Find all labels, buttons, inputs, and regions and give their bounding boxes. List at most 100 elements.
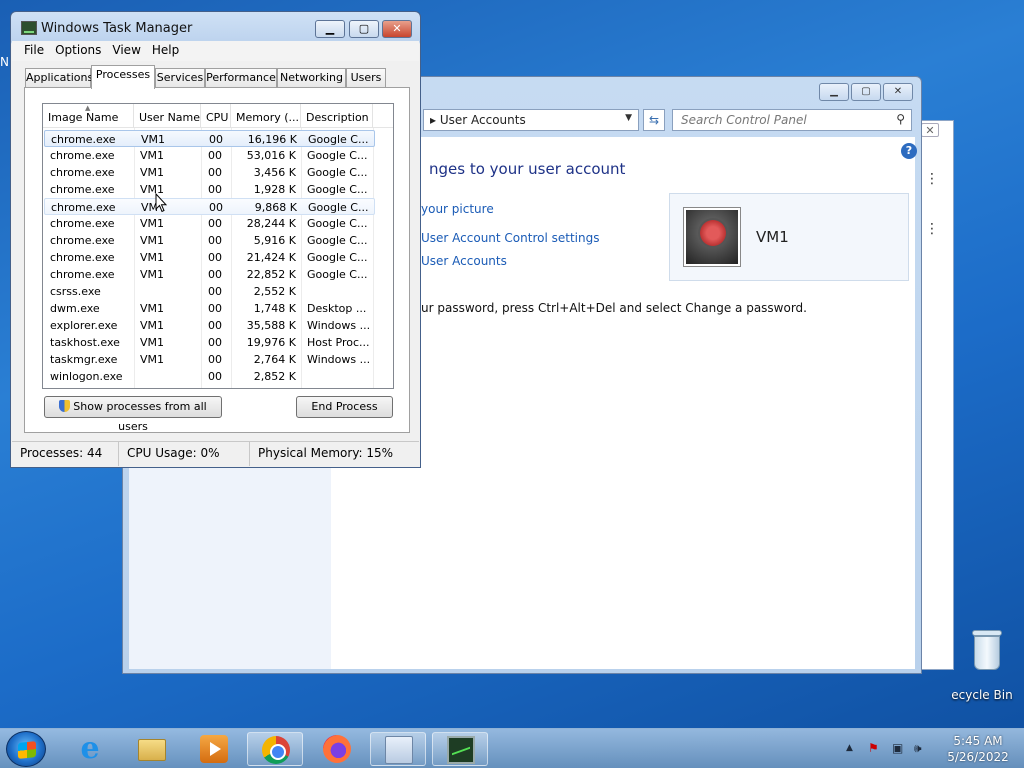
control-panel-icon — [385, 736, 413, 764]
clock[interactable]: 5:45 AM 5/26/2022 — [938, 733, 1018, 765]
help-icon[interactable]: ? — [901, 143, 917, 159]
col-memory[interactable]: Memory (... — [231, 104, 301, 128]
table-row[interactable]: csrss.exe 00 2,552 K — [44, 283, 375, 300]
volume-icon[interactable]: 🕪 — [914, 741, 922, 756]
status-memory: Physical Memory: 15% — [258, 446, 394, 460]
clock-date: 5/26/2022 — [947, 750, 1009, 764]
more-icon[interactable]: ⋮ — [925, 221, 939, 237]
window-title: Windows Task Manager — [41, 21, 193, 36]
breadcrumb[interactable]: ▸ User Accounts — [430, 113, 526, 127]
windows-logo-icon — [18, 741, 36, 759]
taskbar-media-player[interactable] — [186, 732, 242, 766]
change-picture-link[interactable]: your picture — [421, 202, 494, 216]
tab-processes[interactable]: Processes — [91, 65, 155, 89]
taskbar-control-panel[interactable] — [370, 732, 426, 766]
recycle-bin-icon — [970, 628, 1004, 672]
search-input[interactable]: Search Control Panel ⚲ — [672, 109, 912, 131]
refresh-button[interactable]: ⇆ — [643, 109, 665, 131]
table-row[interactable]: taskhost.exe VM1 00 19,976 K Host Proc... — [44, 334, 375, 351]
minimize-button[interactable]: ▁ — [315, 20, 345, 38]
table-row[interactable]: dwm.exe VM1 00 1,748 K Desktop ... — [44, 300, 375, 317]
col-user-name[interactable]: User Name — [134, 104, 201, 128]
sort-up-icon: ▲ — [85, 104, 91, 112]
menu-options[interactable]: Options — [51, 41, 108, 61]
status-bar: Processes: 44 CPU Usage: 0% Physical Mem… — [12, 441, 419, 466]
taskbar-task-manager[interactable] — [432, 732, 488, 766]
table-row[interactable]: chrome.exe VM 00 9,868 K Google C... — [44, 198, 375, 215]
taskbar: e ▲ ⚑ ▣ 🕪 5:45 AM 5/26/2022 — [0, 728, 1024, 768]
title-bar[interactable]: Windows Task Manager ▁ ▢ ✕ — [11, 12, 420, 42]
internet-explorer-icon: e — [80, 731, 100, 766]
start-button[interactable] — [6, 731, 46, 767]
show-hidden-icons-arrow[interactable]: ▲ — [846, 743, 853, 753]
recycle-bin-label: ecycle Bin — [951, 688, 1013, 702]
chrome-icon — [262, 736, 290, 764]
user-name: VM1 — [756, 228, 789, 246]
folder-icon — [138, 739, 166, 761]
tab-services[interactable]: Services — [155, 68, 205, 88]
taskbar-windows-explorer[interactable] — [124, 732, 180, 766]
media-player-icon — [200, 735, 228, 763]
search-placeholder: Search Control Panel — [681, 113, 807, 127]
processes-panel: ▲ Image Name User Name CPU Memory (... De… — [24, 87, 410, 433]
menu-view[interactable]: View — [108, 41, 147, 61]
show-all-processes-button[interactable]: Show processes from all users — [44, 396, 222, 433]
status-cpu: CPU Usage: 0% — [119, 442, 250, 466]
menu-help[interactable]: Help — [148, 41, 186, 61]
password-hint-text: ur password, press Ctrl+Alt+Del and sele… — [421, 301, 807, 315]
end-process-button[interactable]: End Process — [296, 396, 393, 418]
tab-networking[interactable]: Networking — [277, 68, 346, 88]
maximize-button[interactable]: ▢ — [851, 83, 881, 101]
user-card: VM1 — [669, 193, 909, 281]
manage-accounts-link[interactable]: User Accounts — [421, 254, 507, 268]
more-icon[interactable]: ⋮ — [925, 171, 939, 187]
table-row[interactable]: chrome.exe VM1 00 1,928 K Google C... — [44, 181, 375, 198]
tab-users[interactable]: Users — [346, 68, 386, 88]
breadcrumb-separator-icon: ▸ — [430, 113, 440, 127]
task-manager-icon — [21, 21, 37, 35]
table-row[interactable]: chrome.exe VM1 00 53,016 K Google C... — [44, 147, 375, 164]
taskbar-internet-explorer[interactable]: e — [62, 732, 118, 766]
menu-bar: File Options View Help — [12, 41, 419, 61]
table-row[interactable]: explorer.exe VM1 00 35,588 K Windows ... — [44, 317, 375, 334]
close-button[interactable]: ✕ — [382, 20, 412, 38]
table-row[interactable]: chrome.exe VM1 00 16,196 K Google C... — [44, 130, 375, 147]
mouse-cursor-icon — [155, 193, 167, 213]
network-icon[interactable]: ▣ — [892, 741, 903, 755]
task-manager-window: Windows Task Manager ▁ ▢ ✕ File Options … — [10, 11, 421, 468]
search-icon[interactable]: ⚲ — [896, 112, 905, 126]
table-row[interactable]: chrome.exe VM1 00 21,424 K Google C... — [44, 249, 375, 266]
col-description[interactable]: Description — [301, 104, 373, 128]
page-title: nges to your user account — [429, 160, 626, 178]
process-list[interactable]: ▲ Image Name User Name CPU Memory (... De… — [42, 103, 394, 389]
turntable-icon — [698, 218, 728, 248]
table-row[interactable]: chrome.exe VM1 00 22,852 K Google C... — [44, 266, 375, 283]
avatar[interactable] — [684, 208, 740, 266]
maximize-button[interactable]: ▢ — [349, 20, 379, 38]
firefox-icon — [323, 735, 351, 763]
taskbar-google-chrome[interactable] — [247, 732, 303, 766]
address-bar[interactable]: ▸ User Accounts ▼ — [423, 109, 639, 131]
clock-time: 5:45 AM — [953, 734, 1003, 748]
recycle-bin-shortcut[interactable]: ecycle Bin — [950, 628, 1024, 708]
menu-file[interactable]: File — [12, 41, 51, 61]
table-row[interactable]: chrome.exe VM1 00 5,916 K Google C... — [44, 232, 375, 249]
chevron-down-icon[interactable]: ▼ — [625, 113, 632, 123]
uac-settings-link[interactable]: User Account Control settings — [421, 231, 599, 245]
uac-shield-icon — [59, 400, 71, 412]
minimize-button[interactable]: ▁ — [819, 83, 849, 101]
table-row[interactable]: taskmgr.exe VM1 00 2,764 K Windows ... — [44, 351, 375, 368]
table-row[interactable]: chrome.exe VM1 00 3,456 K Google C... — [44, 164, 375, 181]
table-row[interactable]: winlogon.exe 00 2,852 K — [44, 368, 375, 385]
taskbar-firefox[interactable] — [309, 732, 365, 766]
action-center-flag-icon[interactable]: ⚑ — [868, 741, 879, 755]
tab-applications[interactable]: Applications — [25, 68, 93, 88]
col-cpu[interactable]: CPU — [201, 104, 231, 128]
table-row[interactable]: chrome.exe VM1 00 28,244 K Google C... — [44, 215, 375, 232]
close-button[interactable]: ✕ — [883, 83, 913, 101]
column-header: ▲ Image Name User Name CPU Memory (... De… — [43, 104, 393, 128]
tab-performance[interactable]: Performance — [205, 68, 277, 88]
close-icon[interactable]: ✕ — [921, 123, 939, 137]
col-image-name[interactable]: ▲ Image Name — [43, 104, 134, 128]
status-processes: Processes: 44 — [12, 442, 119, 466]
